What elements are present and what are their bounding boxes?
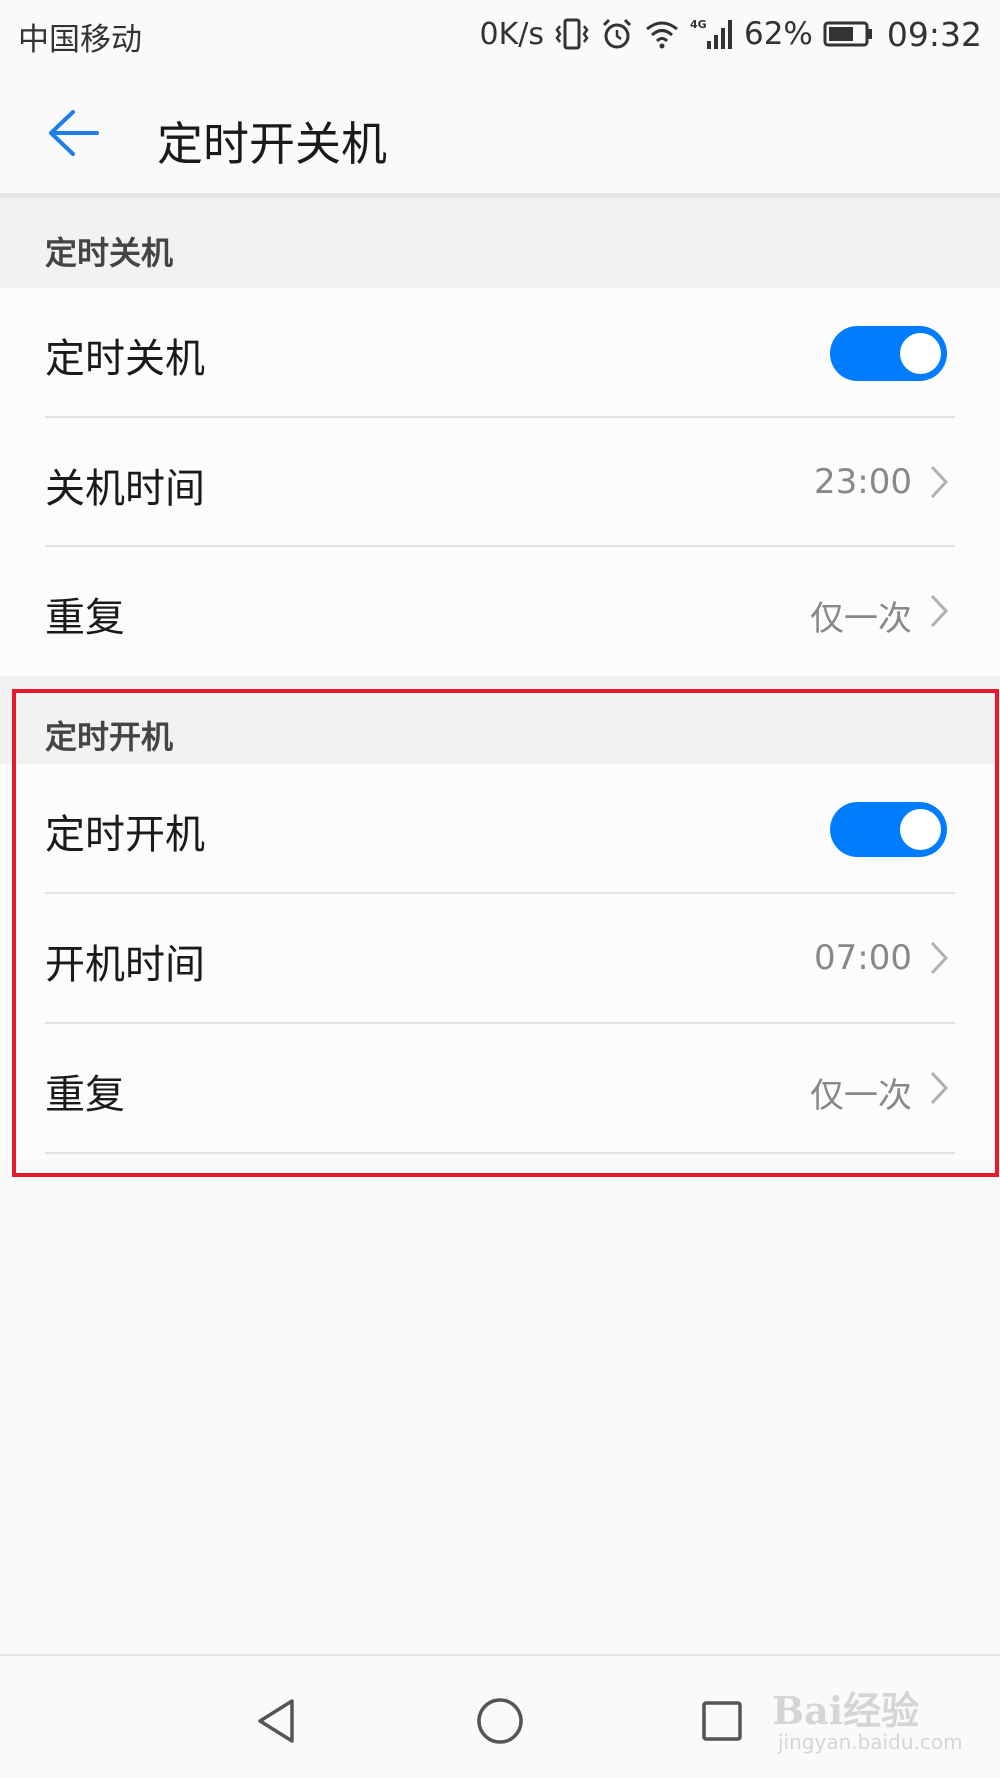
- section-header-shutdown: 定时关机: [0, 198, 1000, 288]
- nav-back-button[interactable]: [242, 1686, 312, 1756]
- startup-toggle-row[interactable]: 定时开机: [0, 764, 1000, 893]
- alarm-icon: [600, 17, 634, 51]
- startup-toggle-switch[interactable]: [830, 802, 947, 857]
- vibrate-icon: [554, 17, 590, 51]
- network-type-label: 4G: [690, 18, 707, 31]
- nav-recents-button[interactable]: [687, 1686, 757, 1756]
- wifi-icon: [644, 18, 680, 50]
- divider: [45, 1152, 955, 1154]
- section-title: 定时关机: [45, 234, 174, 272]
- shutdown-repeat-value: 仅一次: [810, 599, 912, 639]
- shutdown-toggle-row[interactable]: 定时关机: [0, 288, 1000, 417]
- chevron-right-icon: [930, 594, 949, 628]
- chevron-right-icon: [930, 465, 949, 499]
- network-speed: 0K/s: [479, 16, 544, 52]
- chevron-right-icon: [930, 1071, 949, 1105]
- startup-repeat-row[interactable]: 重复 仅一次: [0, 1024, 1000, 1153]
- clock: 09:32: [886, 14, 982, 54]
- status-bar: 中国移动 0K/s 4G 62% 09:32: [0, 0, 1000, 70]
- navigation-bar: Bai经验 jingyan.baidu.com: [0, 1654, 1000, 1778]
- home-circle-icon: [477, 1698, 523, 1744]
- shutdown-repeat-row[interactable]: 重复 仅一次: [0, 547, 1000, 676]
- back-button[interactable]: [38, 98, 108, 168]
- signal-icon: 4G: [690, 17, 734, 51]
- chevron-right-icon: [930, 941, 949, 975]
- row-label: 关机时间: [45, 466, 205, 512]
- row-label: 定时开机: [45, 812, 205, 858]
- startup-time-value: 07:00: [814, 938, 912, 978]
- watermark-logo: Bai经验: [772, 1688, 920, 1733]
- baidu-watermark: Bai经验 jingyan.baidu.com: [772, 1680, 972, 1760]
- row-label: 定时关机: [45, 336, 205, 382]
- back-triangle-icon: [258, 1699, 294, 1743]
- shutdown-toggle-switch[interactable]: [830, 326, 947, 381]
- row-label: 开机时间: [45, 942, 205, 988]
- startup-repeat-value: 仅一次: [810, 1076, 912, 1116]
- page-title: 定时开关机: [157, 117, 387, 171]
- toggle-knob: [900, 333, 941, 374]
- row-label: 重复: [45, 1072, 125, 1118]
- section-title: 定时开机: [45, 718, 174, 756]
- battery-icon: [823, 21, 873, 47]
- carrier-name: 中国移动: [18, 22, 142, 58]
- nav-home-button[interactable]: [465, 1686, 535, 1756]
- battery-percent: 62%: [743, 16, 813, 52]
- back-arrow-icon: [49, 110, 99, 156]
- toggle-knob: [900, 809, 941, 850]
- recents-square-icon: [702, 1701, 742, 1741]
- shutdown-time-row[interactable]: 关机时间 23:00: [0, 418, 1000, 547]
- section-header-startup: 定时开机: [0, 676, 1000, 764]
- startup-time-row[interactable]: 开机时间 07:00: [0, 894, 1000, 1023]
- app-bar: 定时开关机: [0, 70, 1000, 195]
- watermark-url: jingyan.baidu.com: [778, 1730, 963, 1754]
- row-label: 重复: [45, 595, 125, 641]
- status-icons: 0K/s 4G 62% 09:32: [479, 12, 982, 56]
- shutdown-time-value: 23:00: [814, 462, 912, 502]
